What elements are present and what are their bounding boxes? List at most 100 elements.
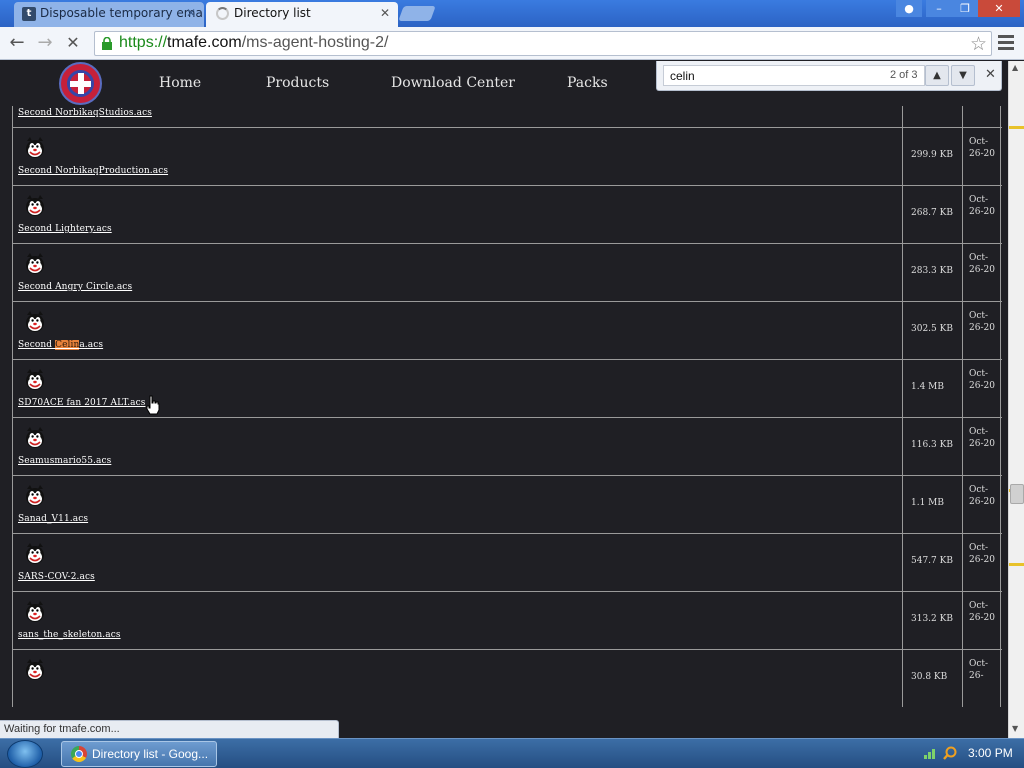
file-size-cell: 313.2 KB bbox=[905, 592, 963, 649]
agent-character-icon bbox=[26, 485, 44, 506]
taskbar-chrome-window[interactable]: Directory list - Goog... bbox=[61, 741, 217, 767]
find-next-button[interactable]: ▼ bbox=[951, 65, 975, 86]
find-result-marker bbox=[1009, 126, 1024, 129]
search-icon[interactable] bbox=[943, 746, 957, 760]
file-name-cell: Second Celina.acs bbox=[12, 302, 903, 359]
close-window-icon[interactable]: ✕ bbox=[978, 0, 1020, 17]
nav-download-center[interactable]: Download Center bbox=[391, 75, 515, 91]
close-icon[interactable]: ✕ bbox=[186, 2, 196, 24]
file-name-cell: sans_the_skeleton.acs bbox=[12, 592, 903, 649]
file-size-cell: 1.4 MB bbox=[905, 360, 963, 417]
status-bubble: Waiting for tmafe.com... bbox=[0, 720, 339, 738]
windows-taskbar: Directory list - Goog... 3:00 PM bbox=[0, 738, 1024, 768]
agent-character-icon bbox=[26, 369, 44, 390]
forward-arrow-icon[interactable]: → bbox=[34, 33, 56, 55]
menu-icon[interactable] bbox=[998, 35, 1014, 51]
user-icon[interactable]: ● bbox=[896, 0, 922, 17]
network-icon[interactable] bbox=[924, 747, 938, 759]
file-link[interactable]: Sanad_V11.acs bbox=[18, 514, 88, 524]
file-size-cell: 547.7 KB bbox=[905, 534, 963, 591]
file-date: Oct-26-20 bbox=[969, 427, 995, 449]
taskbar-app-title: Directory list - Goog... bbox=[92, 747, 209, 761]
file-name-cell: SARS-COV-2.acs bbox=[12, 534, 903, 591]
table-row: SD70ACE fan 2017 ALT.acs 1.4 MB Oct-26-20 bbox=[12, 359, 1002, 417]
start-button[interactable] bbox=[7, 740, 43, 768]
file-date-cell: Oct-26-20 bbox=[965, 476, 1001, 533]
file-size: 313.2 KB bbox=[911, 614, 953, 624]
file-date-cell: Oct-26-20 bbox=[965, 418, 1001, 475]
file-date: Oct-26-20 bbox=[969, 369, 995, 391]
back-arrow-icon[interactable]: ← bbox=[6, 33, 28, 55]
file-size-cell: 299.9 KB bbox=[905, 128, 963, 185]
browser-toolbar: ← → ✕ https://tmafe.com/ms-agent-hosting… bbox=[0, 27, 1024, 60]
close-icon[interactable]: ✕ bbox=[380, 2, 390, 24]
file-date: Oct-26-20 bbox=[969, 543, 995, 565]
chrome-icon bbox=[71, 746, 87, 762]
nav-home[interactable]: Home bbox=[159, 75, 201, 91]
file-name-cell: Second Lightery.acs bbox=[12, 186, 903, 243]
file-date-cell: Oct-26-20 bbox=[965, 244, 1001, 301]
file-date: Oct-26-20 bbox=[969, 253, 995, 275]
table-row: 30.8 KB Oct-26- bbox=[12, 649, 1002, 707]
file-link[interactable]: SD70ACE fan 2017 ALT.acs bbox=[18, 398, 145, 408]
hand-cursor-icon bbox=[146, 395, 160, 415]
tab-directory-list[interactable]: Directory list ✕ bbox=[206, 2, 398, 27]
file-link[interactable]: Second Celina.acs bbox=[18, 340, 103, 350]
file-size: 1.1 MB bbox=[911, 498, 945, 508]
agent-character-icon bbox=[26, 427, 44, 448]
file-date-cell: Oct-26- bbox=[965, 650, 1001, 707]
maximize-icon[interactable]: ❐ bbox=[952, 0, 978, 17]
file-size: 1.4 MB bbox=[911, 382, 945, 392]
table-row: SARS-COV-2.acs 547.7 KB Oct-26-20 bbox=[12, 533, 1002, 591]
site-logo[interactable] bbox=[59, 62, 102, 105]
file-name-cell bbox=[12, 650, 903, 707]
file-link[interactable]: Second NorbikaqProduction.acs bbox=[18, 166, 168, 176]
table-row: Second NorbikaqProduction.acs 299.9 KB Oct… bbox=[12, 127, 1002, 185]
scrollbar-thumb[interactable] bbox=[1010, 484, 1024, 504]
vertical-scrollbar[interactable]: ▲ ▼ bbox=[1008, 61, 1024, 738]
file-size: 547.7 KB bbox=[911, 556, 953, 566]
minimize-icon[interactable]: – bbox=[926, 0, 952, 17]
file-size: 299.9 KB bbox=[911, 150, 953, 160]
find-result-marker bbox=[1009, 563, 1024, 566]
find-input[interactable] bbox=[663, 65, 925, 86]
file-size: 30.8 KB bbox=[911, 672, 948, 682]
close-find-icon[interactable]: ✕ bbox=[985, 67, 996, 82]
nav-packs[interactable]: Packs bbox=[567, 75, 608, 91]
tab-title: Directory list bbox=[234, 6, 311, 20]
address-bar[interactable]: https://tmafe.com/ms-agent-hosting-2/ ☆ bbox=[94, 31, 992, 56]
bookmark-star-icon[interactable]: ☆ bbox=[970, 33, 987, 55]
new-tab-button[interactable] bbox=[398, 6, 436, 21]
agent-character-icon bbox=[26, 253, 44, 274]
file-size: 268.7 KB bbox=[911, 208, 953, 218]
stop-icon[interactable]: ✕ bbox=[62, 33, 84, 55]
file-name-cell: Second NorbikaqProduction.acs bbox=[12, 128, 903, 185]
file-link[interactable]: Second NorbikaqStudios.acs bbox=[18, 108, 152, 118]
tab-disposable-email[interactable]: t Disposable temporary ema ✕ bbox=[14, 2, 204, 27]
tab-title: Disposable temporary ema bbox=[40, 6, 203, 20]
scroll-down-arrow-icon[interactable]: ▼ bbox=[1012, 724, 1018, 733]
browser-titlebar: t Disposable temporary ema ✕ Directory l… bbox=[0, 0, 1024, 27]
file-size-cell: 30.8 KB bbox=[905, 650, 963, 707]
agent-character-icon bbox=[26, 601, 44, 622]
url-text: https://tmafe.com/ms-agent-hosting-2/ bbox=[119, 34, 389, 51]
scroll-up-arrow-icon[interactable]: ▲ bbox=[1012, 63, 1018, 72]
file-size: 283.3 KB bbox=[911, 266, 953, 276]
file-size: 116.3 KB bbox=[911, 440, 953, 450]
file-name-cell: Second Angry Circle.acs bbox=[12, 244, 903, 301]
file-date: Oct-26- bbox=[969, 659, 989, 681]
table-row: Seamusmario55.acs 116.3 KB Oct-26-20 bbox=[12, 417, 1002, 475]
file-link[interactable]: Second Lightery.acs bbox=[18, 224, 112, 234]
file-date: Oct-26-20 bbox=[969, 485, 995, 507]
table-row: Second Celina.acs 302.5 KB Oct-26-20 bbox=[12, 301, 1002, 359]
file-link[interactable]: Seamusmario55.acs bbox=[18, 456, 111, 466]
file-name-cell: Sanad_V11.acs bbox=[12, 476, 903, 533]
file-link[interactable]: sans_the_skeleton.acs bbox=[18, 630, 121, 640]
file-size-cell: 283.3 KB bbox=[905, 244, 963, 301]
file-link[interactable]: Second Angry Circle.acs bbox=[18, 282, 132, 292]
file-link[interactable]: SARS-COV-2.acs bbox=[18, 572, 95, 582]
file-name-cell: Seamusmario55.acs bbox=[12, 418, 903, 475]
find-previous-button[interactable]: ▲ bbox=[925, 65, 949, 86]
nav-products[interactable]: Products bbox=[266, 75, 329, 91]
file-size-cell: 268.7 KB bbox=[905, 186, 963, 243]
